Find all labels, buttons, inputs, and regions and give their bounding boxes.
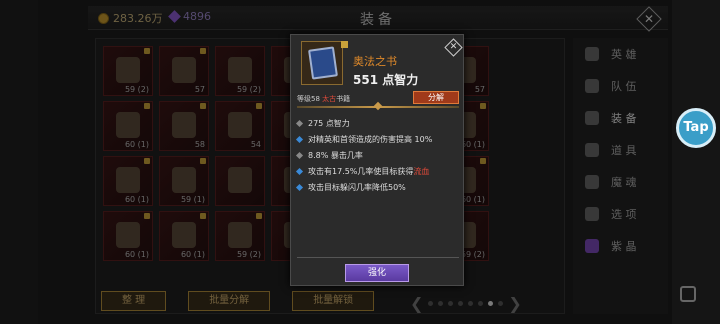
item-name: 奥法之书 xyxy=(353,55,397,68)
stat-row: 8.8% 暴击几率 xyxy=(295,147,432,163)
item-detail-popup: 奥法之书 551 点智力 ✕ 等级58 太古书籍 分解 275 点智力 对精英和… xyxy=(290,34,464,286)
stat-text: 攻击目标躲闪几率降低50% xyxy=(308,182,406,192)
item-type: 书籍 xyxy=(336,95,351,103)
item-level-line: 等级58 太古书籍 xyxy=(297,94,350,104)
stat-row: 275 点智力 xyxy=(295,115,432,131)
divider xyxy=(297,101,459,111)
lock-icon[interactable] xyxy=(341,41,348,48)
stat-text: 攻击有17.5%几率使目标获得 xyxy=(308,166,414,176)
stat-text: 275 点智力 xyxy=(308,118,350,128)
stat-text: 8.8% 暴击几率 xyxy=(308,150,363,160)
stat-row: 攻击有17.5%几率使目标获得流血 xyxy=(295,163,432,179)
tap-button[interactable]: Tap xyxy=(676,108,716,148)
bullet-icon xyxy=(295,151,304,159)
book-icon xyxy=(308,46,338,80)
stat-row: 对精英和首领造成的伤害提高 10% xyxy=(295,131,433,147)
decompose-button[interactable]: 分解 xyxy=(413,91,459,104)
item-rarity: 太古 xyxy=(322,95,337,103)
item-level: 等级58 xyxy=(297,95,323,103)
close-icon: ✕ xyxy=(449,42,458,52)
popup-close-button[interactable]: ✕ xyxy=(444,38,463,57)
enhance-button[interactable]: 强化 xyxy=(345,264,409,282)
left-edge xyxy=(0,0,38,324)
bullet-icon xyxy=(295,183,304,191)
stat-list: 275 点智力 对精英和首领造成的伤害提高 10% 8.8% 暴击几率 攻击有1… xyxy=(295,115,433,195)
item-icon-frame xyxy=(301,41,343,85)
item-main-stat: 551 点智力 xyxy=(353,73,419,87)
stat-text: 对精英和首领造成的伤害提高 10% xyxy=(308,134,433,144)
stat-row: 攻击目标躲闪几率降低50% xyxy=(295,179,432,195)
diamond-ornament-icon xyxy=(373,101,383,111)
right-edge xyxy=(672,0,720,324)
bullet-icon xyxy=(295,167,304,175)
divider xyxy=(297,257,459,258)
bullet-icon xyxy=(295,119,304,127)
stat-highlight: 流血 xyxy=(413,166,430,176)
fullscreen-icon[interactable] xyxy=(680,286,696,302)
bullet-icon xyxy=(295,135,304,143)
